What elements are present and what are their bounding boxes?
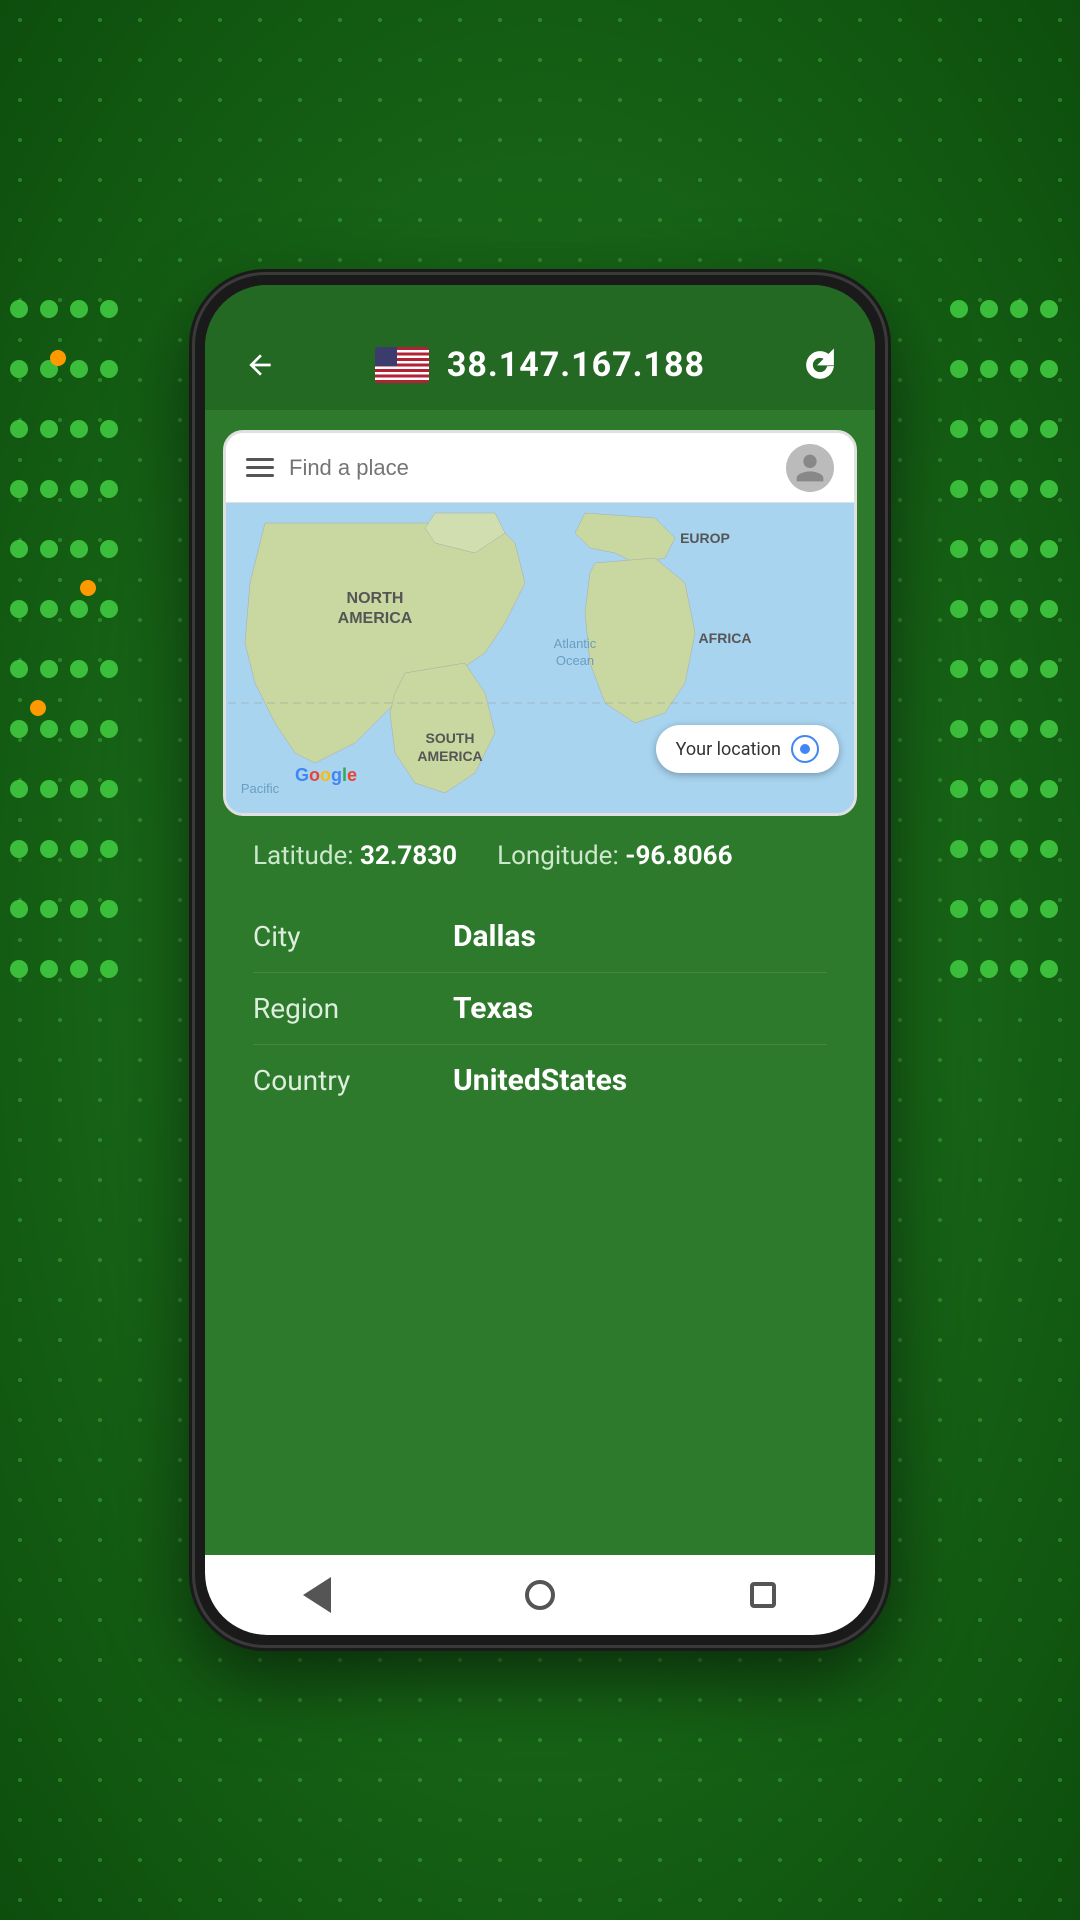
- status-bar: [205, 285, 875, 320]
- latitude-value: 32.7830: [360, 841, 457, 871]
- map-visual: NORTH AMERICA EUROP AFRICA Atlantic Ocea…: [226, 503, 854, 813]
- refresh-button[interactable]: [795, 340, 845, 390]
- city-row: City Dallas: [253, 901, 827, 973]
- svg-text:AFRICA: AFRICA: [699, 630, 752, 646]
- menu-button[interactable]: [246, 458, 274, 477]
- dots-right: [950, 300, 1070, 1500]
- svg-text:SOUTH: SOUTH: [426, 730, 475, 746]
- hamburger-line-2: [246, 466, 274, 469]
- hamburger-line-1: [246, 458, 274, 461]
- orange-dot-2: [30, 700, 46, 716]
- nav-home-button[interactable]: [515, 1570, 565, 1620]
- latitude-item: Latitude: 32.7830: [253, 841, 457, 871]
- longitude-value: -96.8066: [625, 841, 732, 871]
- map-search-bar: [226, 433, 854, 503]
- header: 38.147.167.188: [205, 320, 875, 410]
- nav-back-icon: [303, 1577, 331, 1613]
- city-value: Dallas: [453, 919, 536, 954]
- orange-dot-1: [50, 350, 66, 366]
- your-location-label: Your location: [676, 739, 781, 760]
- hamburger-line-3: [246, 474, 274, 477]
- avatar-icon: [790, 448, 830, 488]
- svg-text:EUROP: EUROP: [680, 530, 730, 546]
- orange-dot-3: [80, 580, 96, 596]
- refresh-icon: [802, 347, 838, 383]
- country-value: UnitedStates: [453, 1063, 627, 1098]
- back-button[interactable]: [235, 340, 285, 390]
- nav-recents-icon: [750, 1582, 776, 1608]
- longitude-item: Longitude: -96.8066: [497, 841, 732, 871]
- region-value: Texas: [453, 991, 533, 1026]
- user-avatar[interactable]: [786, 444, 834, 492]
- nav-recents-button[interactable]: [738, 1570, 788, 1620]
- lat-lon-row: Latitude: 32.7830 Longitude: -96.8066: [253, 841, 827, 871]
- back-icon: [244, 349, 276, 381]
- city-label: City: [253, 920, 453, 953]
- svg-text:Pacific: Pacific: [241, 781, 280, 796]
- longitude-label: Longitude:: [497, 841, 619, 871]
- svg-text:Ocean: Ocean: [556, 653, 594, 668]
- svg-text:NORTH: NORTH: [347, 590, 404, 607]
- phone-frame: 38.147.167.188: [195, 275, 885, 1645]
- dots-left: [10, 300, 130, 1500]
- svg-text:AMERICA: AMERICA: [417, 748, 482, 764]
- region-label: Region: [253, 992, 453, 1025]
- map-container: NORTH AMERICA EUROP AFRICA Atlantic Ocea…: [223, 430, 857, 816]
- phone-screen: 38.147.167.188: [205, 285, 875, 1635]
- region-row: Region Texas: [253, 973, 827, 1045]
- nav-home-icon: [525, 1580, 555, 1610]
- nav-bar: [205, 1555, 875, 1635]
- location-target-icon: [791, 735, 819, 763]
- latitude-label: Latitude:: [253, 841, 354, 871]
- svg-text:Atlantic: Atlantic: [554, 636, 597, 651]
- country-row: Country UnitedStates: [253, 1045, 827, 1116]
- svg-text:Google: Google: [295, 765, 357, 785]
- header-center: 38.147.167.188: [375, 345, 705, 385]
- your-location-button[interactable]: Your location: [656, 725, 839, 773]
- nav-back-button[interactable]: [292, 1570, 342, 1620]
- country-label: Country: [253, 1064, 453, 1097]
- country-flag: [375, 347, 429, 383]
- search-input[interactable]: [289, 455, 771, 481]
- svg-text:AMERICA: AMERICA: [338, 610, 413, 627]
- info-section: Latitude: 32.7830 Longitude: -96.8066 Ci…: [223, 816, 857, 1146]
- ip-address: 38.147.167.188: [447, 345, 705, 385]
